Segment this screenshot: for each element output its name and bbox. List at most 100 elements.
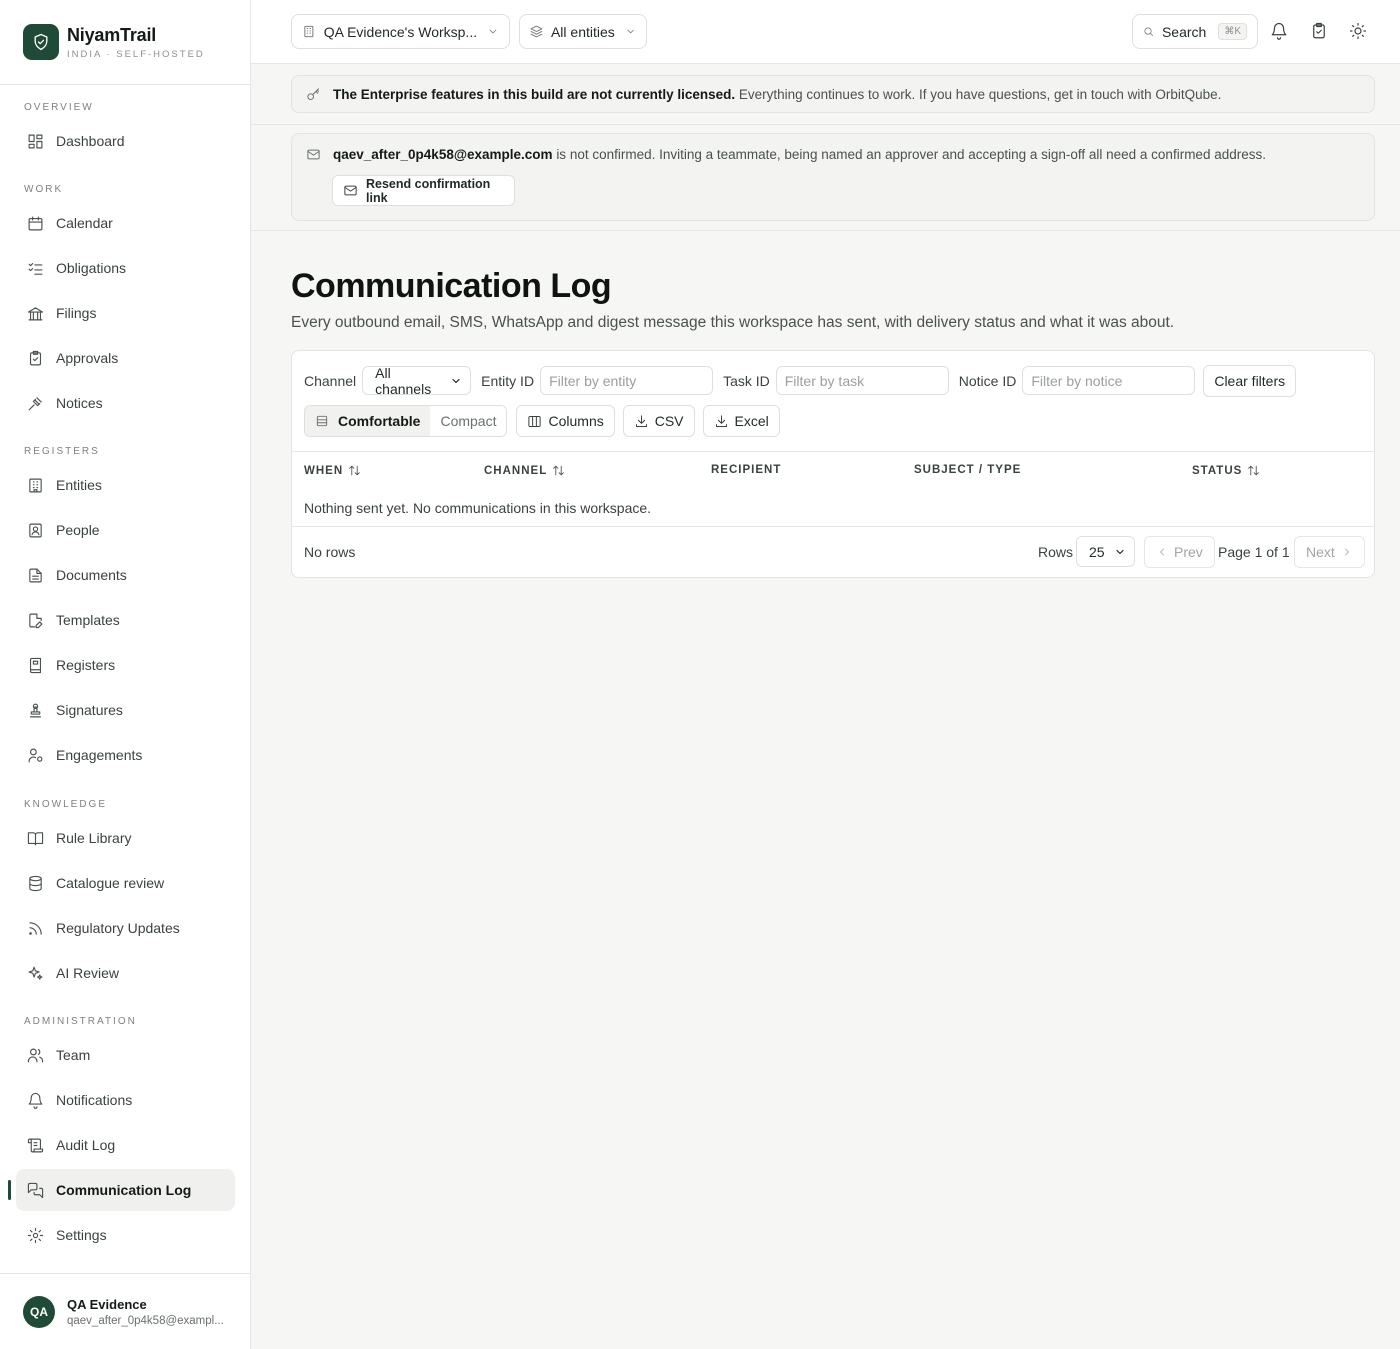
sidebar-item-label: Regulatory Updates — [56, 920, 180, 936]
layers-icon — [530, 25, 543, 38]
filter-bar: Channel All channels Entity ID Filter by… — [292, 351, 1374, 400]
search-label: Search — [1161, 23, 1207, 40]
brand[interactable]: NiyamTrail INDIA · SELF-HOSTED — [0, 0, 250, 85]
density-compact-button[interactable]: Compact — [430, 406, 507, 436]
contact-icon — [29, 523, 42, 537]
sidebar-item-label: Documents — [56, 567, 127, 583]
export-excel-button[interactable]: Excel — [702, 405, 780, 437]
channel-select[interactable]: All channels — [362, 365, 472, 397]
workspace-name: QA Evidence's Worksp... — [323, 23, 478, 40]
table-toolbar: Comfortable Compact Columns CSV Excel — [292, 400, 1374, 442]
entity-switcher[interactable]: All entities — [519, 14, 647, 49]
section-label-registers: REGISTERS — [24, 446, 100, 457]
brand-subtitle: INDIA · SELF-HOSTED — [67, 48, 205, 60]
file-pen-icon — [29, 613, 43, 628]
sidebar-item-calendar[interactable]: Calendar — [16, 202, 235, 244]
scroll-icon — [27, 1138, 44, 1152]
section-label-knowledge: KNOWLEDGE — [24, 799, 108, 810]
next-page-button[interactable]: Next — [1294, 536, 1365, 568]
download-icon — [635, 414, 647, 427]
sidebar-item-communication-log[interactable]: Communication Log — [8, 1169, 235, 1211]
user-name: QA Evidence — [67, 1296, 147, 1312]
user-menu[interactable]: QA QA Evidence qaev_after_0p4k58@exampl.… — [0, 1273, 250, 1349]
row-count: No rows — [304, 544, 356, 560]
sidebar-item-people[interactable]: People — [16, 509, 235, 551]
notice-id-input[interactable]: Filter by notice — [1022, 366, 1196, 395]
sidebar-item-rule-library[interactable]: Rule Library — [16, 817, 235, 859]
sidebar-item-dashboard[interactable]: Dashboard — [16, 120, 235, 162]
sidebar-item-notifications[interactable]: Notifications — [16, 1079, 235, 1121]
mail-icon — [307, 149, 320, 160]
sidebar-item-label: Approvals — [56, 350, 119, 366]
sidebar-item-label: Entities — [56, 477, 102, 493]
resend-confirmation-button[interactable]: Resend confirmation link — [332, 175, 515, 206]
sidebar-item-documents[interactable]: Documents — [16, 554, 235, 596]
sidebar-item-label: People — [56, 522, 100, 538]
task-id-input[interactable]: Filter by task — [775, 366, 949, 395]
search-shortcut: ⌘K — [1218, 23, 1247, 40]
density-comfortable-button[interactable]: Comfortable — [305, 406, 431, 436]
topbar: QA Evidence's Worksp... All entities Sea… — [251, 0, 1400, 64]
sidebar-item-notices[interactable]: Notices — [16, 382, 235, 424]
page-title: Communication Log — [291, 267, 612, 305]
clear-filters-button[interactable]: Clear filters — [1203, 364, 1297, 397]
sidebar-item-settings[interactable]: Settings — [16, 1214, 235, 1256]
notifications-button[interactable] — [1270, 22, 1288, 40]
download-icon — [715, 414, 727, 427]
workspace-switcher[interactable]: QA Evidence's Worksp... — [291, 14, 510, 49]
section-label-administration: ADMINISTRATION — [24, 1016, 137, 1027]
entity-id-input[interactable]: Filter by entity — [540, 366, 714, 395]
sidebar-item-team[interactable]: Team — [16, 1034, 235, 1076]
sidebar: NiyamTrail INDIA · SELF-HOSTED OVERVIEW … — [0, 0, 251, 1349]
column-header-channel[interactable]: CHANNEL — [484, 464, 565, 477]
sidebar-item-catalogue-review[interactable]: Catalogue review — [16, 862, 235, 904]
sidebar-item-label: Rule Library — [56, 830, 132, 846]
book-icon — [29, 657, 42, 673]
sidebar-item-regulatory-updates[interactable]: Regulatory Updates — [16, 907, 235, 949]
sidebar-item-approvals[interactable]: Approvals — [16, 337, 235, 379]
prev-label: Prev — [1174, 544, 1203, 560]
sidebar-item-entities[interactable]: Entities — [16, 464, 235, 506]
column-header-label: CHANNEL — [484, 464, 548, 477]
landmark-icon — [27, 306, 44, 320]
book-open-icon — [27, 831, 44, 845]
rows-label: Rows — [1038, 544, 1074, 560]
column-header-when[interactable]: WHEN — [304, 464, 361, 477]
sidebar-item-label: Settings — [56, 1227, 107, 1243]
sidebar-item-label: Notices — [56, 395, 103, 411]
confirm-email: qaev_after_0p4k58@example.com — [333, 147, 553, 162]
section-label-overview: OVERVIEW — [24, 102, 94, 113]
sidebar-item-signatures[interactable]: Signatures — [16, 689, 235, 731]
sort-icon — [349, 465, 360, 476]
sidebar-item-label: Team — [56, 1047, 91, 1063]
export-csv-button[interactable]: CSV — [622, 405, 695, 437]
columns-button[interactable]: Columns — [516, 405, 615, 437]
theme-toggle[interactable] — [1349, 22, 1367, 40]
sidebar-item-audit-log[interactable]: Audit Log — [16, 1124, 235, 1166]
sidebar-item-templates[interactable]: Templates — [16, 599, 235, 641]
search-button[interactable]: Search ⌘K — [1132, 14, 1258, 49]
chevron-right-icon — [1344, 548, 1349, 556]
columns-label: Columns — [548, 413, 604, 429]
density-toggle: Comfortable Compact — [304, 405, 508, 437]
column-header-status[interactable]: STATUS — [1192, 464, 1260, 477]
empty-state: Nothing sent yet. No communications in t… — [292, 489, 1374, 527]
license-banner-title: The Enterprise features in this build ar… — [333, 86, 736, 102]
sidebar-item-obligations[interactable]: Obligations — [16, 247, 235, 289]
sidebar-item-engagements[interactable]: Engagements — [16, 734, 235, 776]
chevron-down-icon — [452, 378, 460, 383]
sidebar-item-ai-review[interactable]: AI Review — [16, 952, 235, 994]
sidebar-item-label: Registers — [56, 657, 116, 673]
rows-per-page-select[interactable]: 25 — [1076, 536, 1135, 567]
main-area: QA Evidence's Worksp... All entities Sea… — [251, 0, 1400, 1349]
key-icon — [307, 87, 319, 100]
bell-icon — [1271, 22, 1287, 40]
sidebar-item-label: Catalogue review — [56, 875, 165, 891]
sidebar-item-registers[interactable]: Registers — [16, 644, 235, 686]
prev-page-button[interactable]: Prev — [1144, 536, 1215, 568]
search-icon — [1144, 27, 1153, 36]
sidebar-item-filings[interactable]: Filings — [16, 292, 235, 334]
next-label: Next — [1306, 544, 1335, 560]
license-banner: The Enterprise features in this build ar… — [291, 75, 1375, 113]
tasks-button[interactable] — [1310, 22, 1328, 40]
